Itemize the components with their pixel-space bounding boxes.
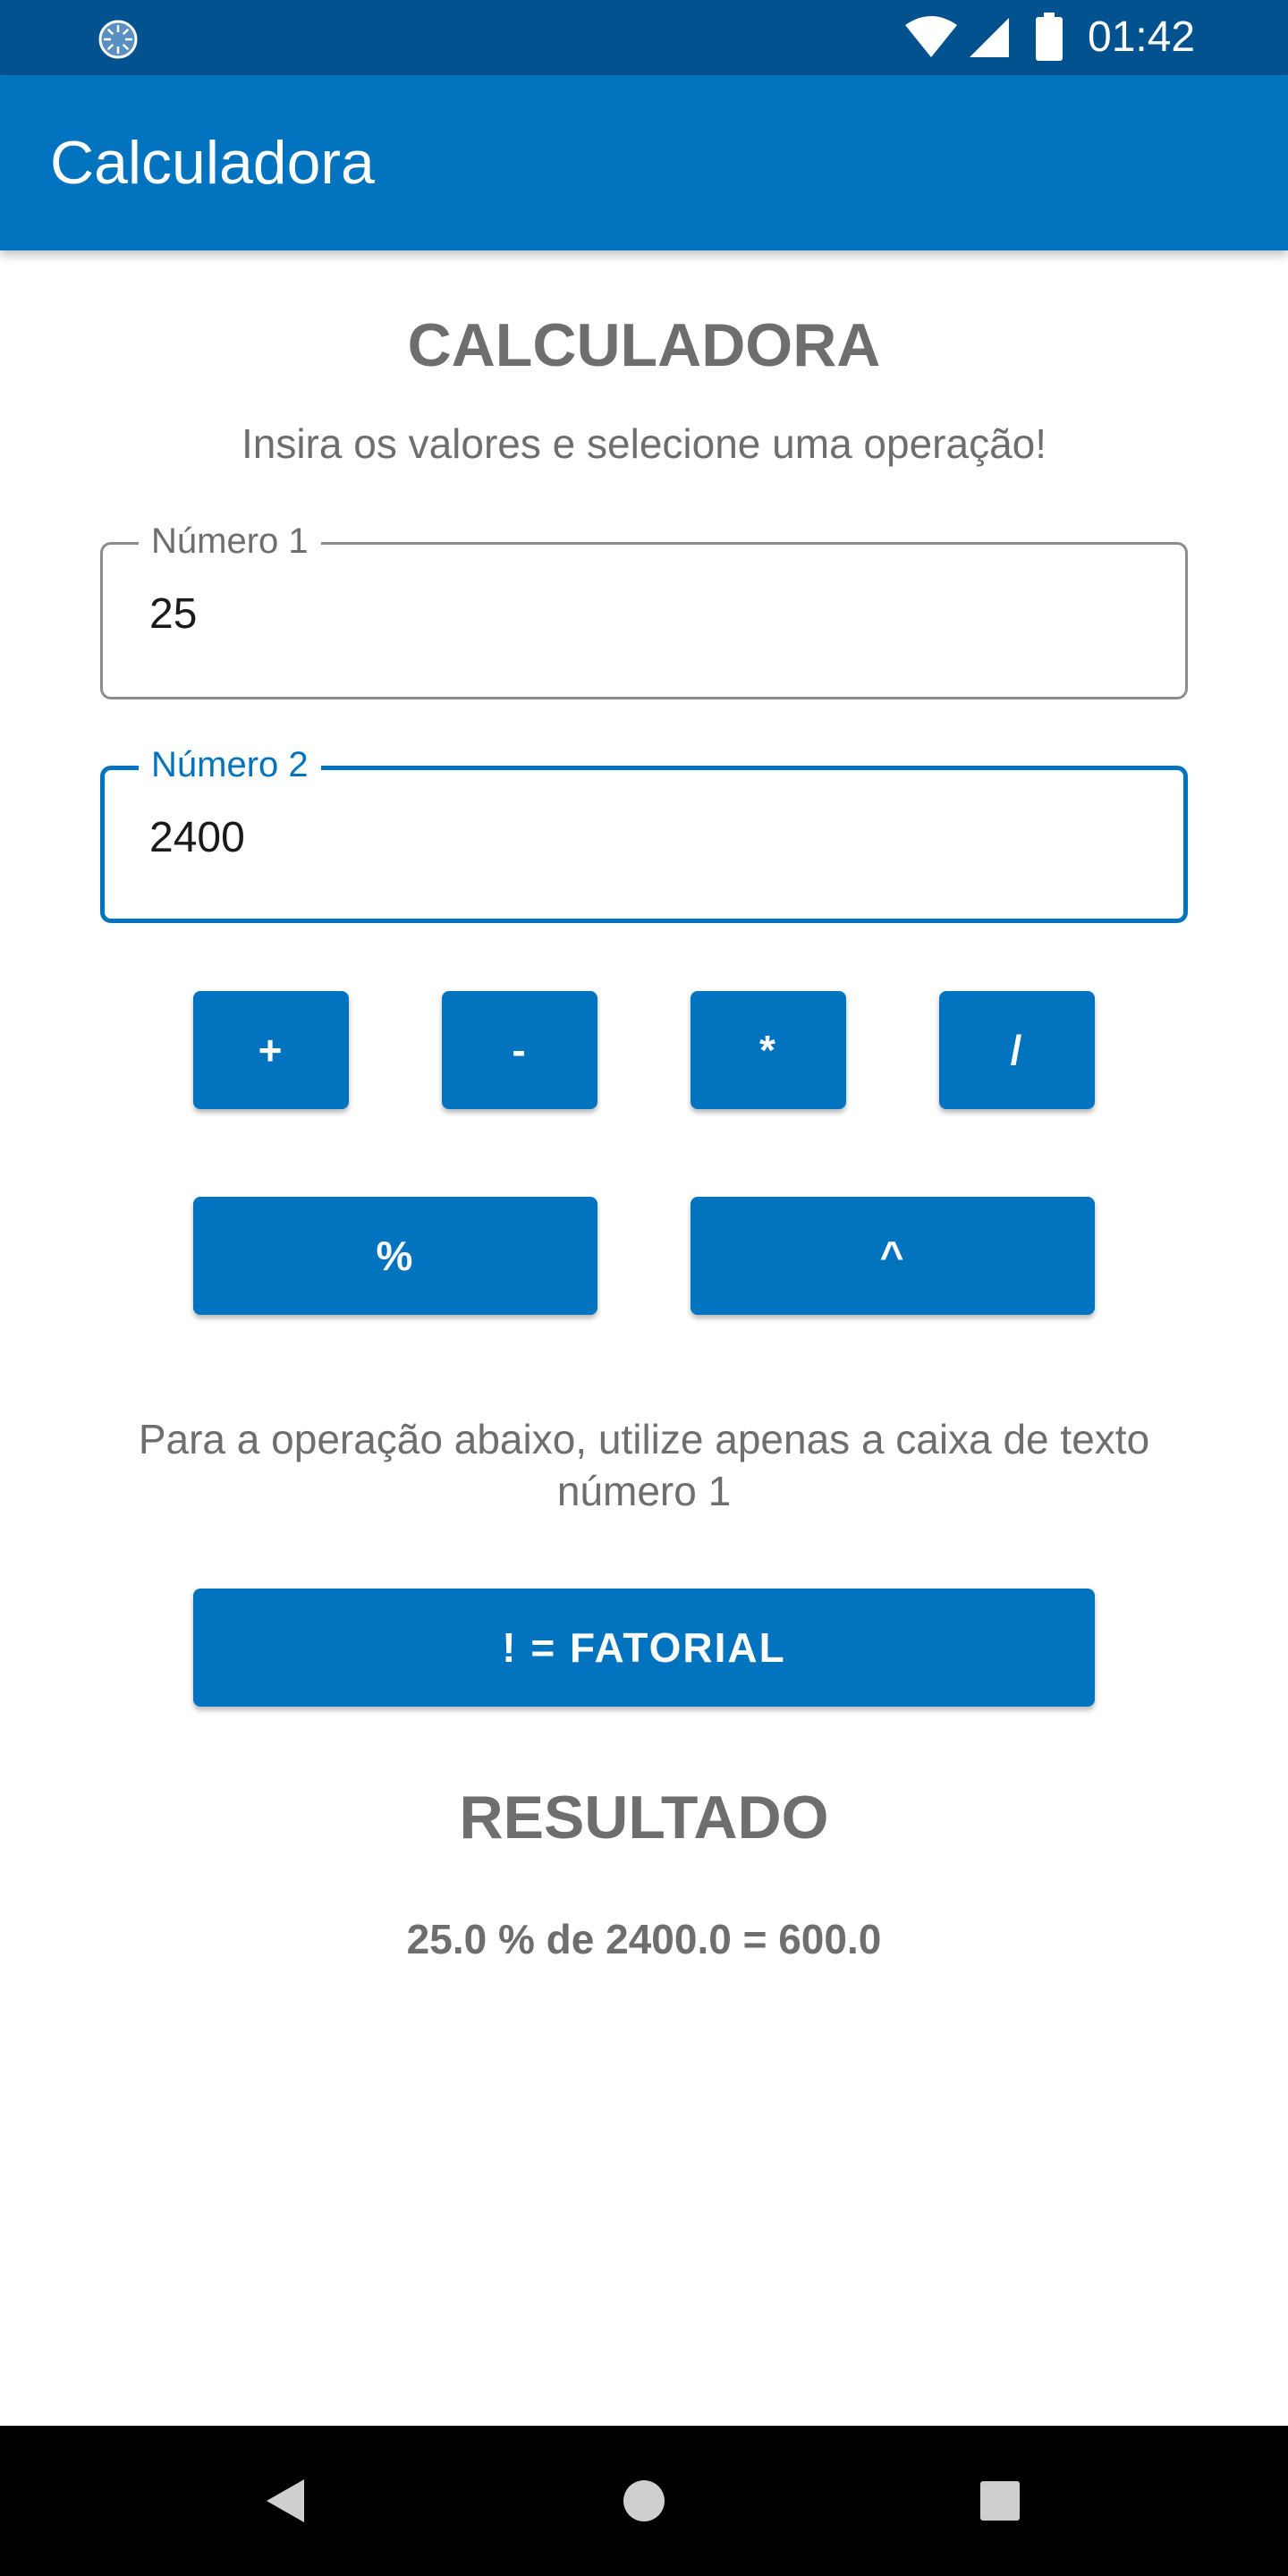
- result-heading: RESULTADO: [459, 1784, 829, 1852]
- home-icon[interactable]: [623, 2479, 665, 2522]
- numero2-field[interactable]: Número 2: [100, 741, 1188, 923]
- power-button[interactable]: ^: [691, 1197, 1095, 1315]
- instructions-text: Insira os valores e selecione uma operaç…: [241, 420, 1047, 467]
- result-text: 25.0 % de 2400.0 = 600.0: [406, 1916, 882, 1962]
- status-bar: 01:42: [0, 0, 1288, 75]
- numero1-label: Número 1: [139, 518, 321, 564]
- numero2-label: Número 2: [139, 741, 321, 788]
- percent-button[interactable]: %: [193, 1197, 597, 1315]
- main-content: CALCULADORA Insira os valores e selecion…: [0, 250, 1288, 2426]
- factorial-note: Para a operação abaixo, utilize apenas a…: [138, 1416, 1150, 1514]
- battery-icon: [1036, 13, 1063, 61]
- back-icon[interactable]: [265, 2478, 306, 2524]
- app-bar: Calculadora: [0, 75, 1288, 250]
- numero1-input[interactable]: [149, 586, 1133, 643]
- loading-icon: [98, 20, 138, 59]
- numero2-input[interactable]: [149, 809, 1133, 867]
- add-button[interactable]: +: [193, 991, 349, 1109]
- wifi-icon: [905, 16, 957, 57]
- status-time: 01:42: [1088, 13, 1196, 61]
- multiply-button[interactable]: *: [691, 991, 846, 1109]
- divide-button[interactable]: /: [939, 991, 1095, 1109]
- app-title: Calculadora: [50, 129, 375, 197]
- page-title: CALCULADORA: [407, 311, 881, 379]
- subtract-button[interactable]: -: [442, 991, 597, 1109]
- factorial-button[interactable]: ! = FATORIAL: [193, 1589, 1095, 1707]
- signal-icon: [970, 18, 1009, 57]
- recent-apps-icon[interactable]: [980, 2481, 1020, 2521]
- navigation-bar: [0, 2426, 1288, 2576]
- numero1-field[interactable]: Número 1: [100, 518, 1188, 699]
